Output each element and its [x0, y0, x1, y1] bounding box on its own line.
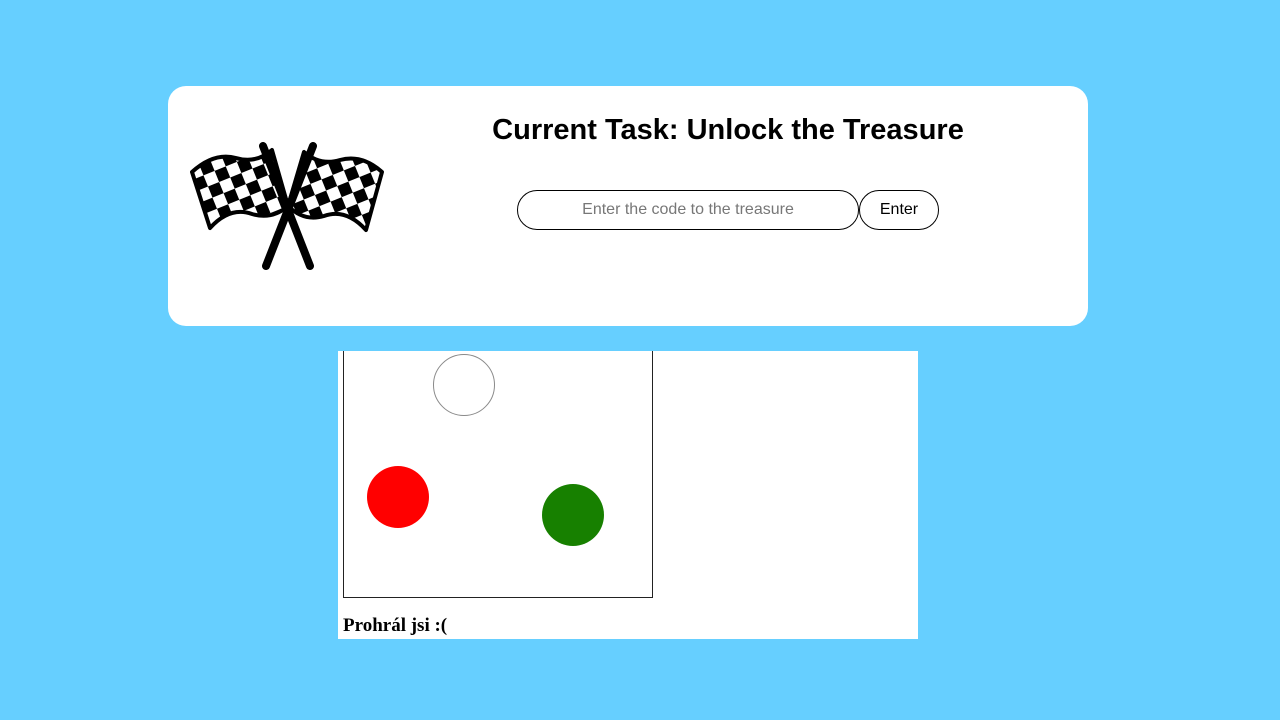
- treasure-code-input[interactable]: [517, 190, 859, 230]
- page: Current Task: Unlock the Treasure Enter …: [0, 0, 1280, 720]
- green-ball[interactable]: [542, 484, 604, 546]
- enter-button[interactable]: Enter: [859, 190, 939, 230]
- task-card: Current Task: Unlock the Treasure Enter: [168, 86, 1088, 326]
- checkered-flags-icon: [190, 142, 384, 270]
- game-board[interactable]: [343, 351, 653, 598]
- code-form: Enter: [517, 190, 939, 230]
- game-frame: Prohrál jsi :(: [338, 351, 918, 639]
- task-title: Current Task: Unlock the Treasure: [492, 114, 964, 146]
- game-status-text: Prohrál jsi :(: [343, 615, 448, 636]
- red-ball[interactable]: [367, 466, 429, 528]
- target-circle: [433, 354, 495, 416]
